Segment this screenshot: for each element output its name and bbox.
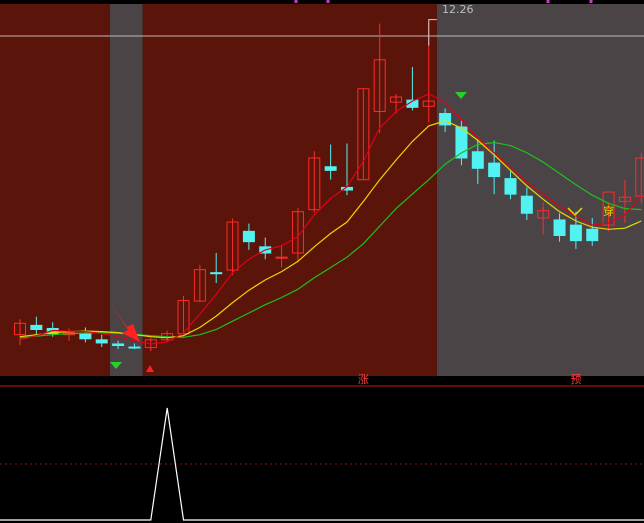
candle-down xyxy=(586,228,599,242)
candle-down xyxy=(553,219,566,236)
candle-down xyxy=(504,178,517,195)
candle-down xyxy=(30,324,43,331)
candle-down xyxy=(324,166,337,171)
top-tick xyxy=(546,0,550,3)
candle-down xyxy=(128,346,141,349)
top-tick xyxy=(326,0,330,3)
chart-svg: 涨 预 穿 12.26 xyxy=(0,0,644,521)
price-label: 12.26 xyxy=(442,3,474,16)
zone-red xyxy=(142,4,437,376)
candle-down xyxy=(439,113,452,126)
stock-chart: 涨 预 穿 12.26 xyxy=(0,0,644,523)
zone-red xyxy=(0,4,110,376)
candle-down xyxy=(79,333,92,340)
candle-down xyxy=(95,339,108,344)
marker-label: 穿 xyxy=(603,204,614,218)
zone-backgrounds xyxy=(0,4,644,376)
candle-down xyxy=(488,162,501,178)
marker-label: 预 xyxy=(570,373,581,386)
zone-gray xyxy=(436,4,644,376)
candle-down xyxy=(210,272,223,275)
signal-panel xyxy=(0,407,644,521)
zone-gray xyxy=(109,4,143,376)
candle-down xyxy=(471,151,484,169)
candle-down xyxy=(112,343,125,347)
candle-down xyxy=(242,230,255,243)
candle-down xyxy=(520,195,533,214)
top-tick xyxy=(294,0,298,3)
candle-down xyxy=(569,224,582,242)
marker-label: 涨 xyxy=(358,373,369,386)
top-tick xyxy=(589,0,593,3)
